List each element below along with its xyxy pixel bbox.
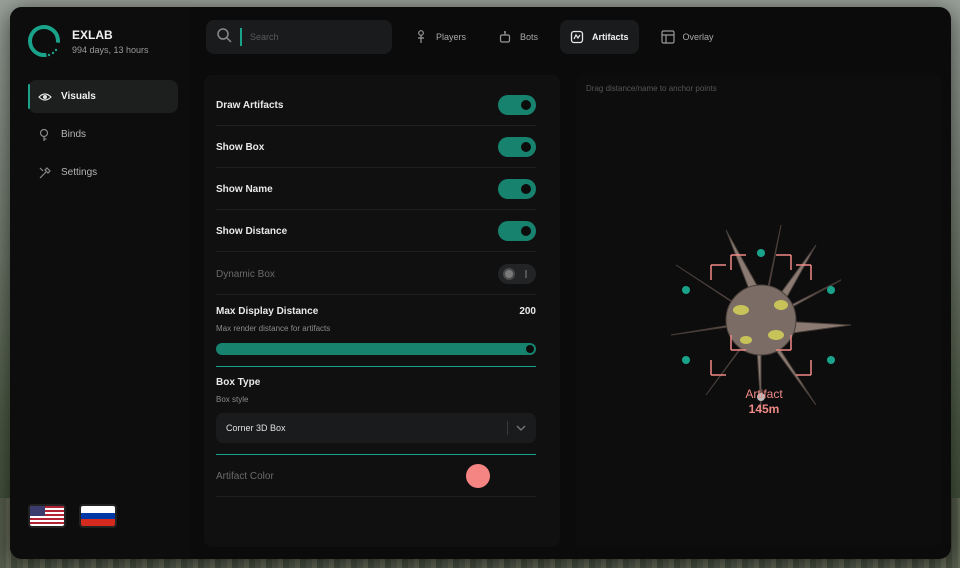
preview-hint: Drag distance/name to anchor points — [586, 84, 717, 93]
artifact-icon — [570, 30, 584, 44]
chevron-down-icon — [514, 421, 528, 435]
draw-artifacts-toggle[interactable] — [498, 95, 536, 115]
sidebar-item-label: Visuals — [61, 91, 96, 102]
sidebar-item-settings[interactable]: Settings — [28, 156, 178, 189]
esp-artifact-distance[interactable]: 145m — [734, 402, 794, 416]
sidebar-item-label: Binds — [61, 129, 87, 140]
setting-max-distance: Max Display Distance 200 Max render dist… — [216, 295, 536, 366]
setting-label: Dynamic Box — [216, 269, 275, 280]
max-distance-value: 200 — [519, 306, 536, 317]
sidebar-item-label: Settings — [61, 167, 98, 178]
show-distance-toggle[interactable] — [498, 221, 536, 241]
search-input[interactable] — [250, 32, 370, 42]
tab-label: Overlay — [682, 32, 714, 42]
app-window: EXLAB 994 days, 13 hours Visuals Binds S… — [10, 7, 951, 559]
setting-label: Show Name — [216, 184, 273, 195]
setting-draw-artifacts: Draw Artifacts — [216, 83, 536, 126]
setting-label: Artifact Color — [216, 471, 274, 482]
tab-overlay[interactable]: Overlay — [651, 20, 724, 54]
search-divider — [240, 28, 242, 46]
sidebar-item-binds[interactable]: Binds — [28, 118, 178, 151]
brand: EXLAB 994 days, 13 hours — [26, 23, 149, 59]
sidebar: EXLAB 994 days, 13 hours Visuals Binds S… — [10, 7, 190, 559]
setting-box-type: Box Type Box style Corner 3D Box — [216, 367, 536, 454]
setting-show-name: Show Name — [216, 168, 536, 210]
search-box — [206, 20, 392, 54]
player-icon — [414, 30, 428, 44]
dynamic-box-toggle[interactable] — [498, 264, 536, 284]
brand-name: EXLAB — [72, 27, 113, 42]
esp-preview: Drag distance/name to anchor points Arti… — [576, 75, 942, 547]
setting-show-distance: Show Distance — [216, 210, 536, 252]
keybind-icon — [38, 128, 52, 142]
max-distance-slider[interactable] — [216, 343, 536, 355]
bot-icon — [498, 30, 512, 44]
artifact-color-swatch[interactable] — [466, 464, 490, 488]
tab-label: Artifacts — [592, 32, 629, 42]
us-flag-icon[interactable] — [28, 504, 66, 528]
slider-handle[interactable] — [526, 345, 534, 353]
setting-description: Box style — [216, 395, 249, 404]
setting-label: Draw Artifacts — [216, 100, 284, 111]
sidebar-nav: Visuals Binds Settings — [28, 80, 178, 194]
setting-artifact-color: Artifact Color — [216, 455, 536, 497]
setting-show-box: Show Box — [216, 126, 536, 168]
top-bar: Players Bots Artifacts Overlay — [206, 20, 724, 54]
select-value: Corner 3D Box — [226, 423, 286, 433]
setting-description: Max render distance for artifacts — [216, 324, 331, 333]
subscription-time: 994 days, 13 hours — [72, 44, 149, 55]
box-type-select[interactable]: Corner 3D Box — [216, 413, 536, 443]
overlay-icon — [660, 30, 675, 44]
eye-icon — [38, 90, 52, 104]
setting-label: Show Distance — [216, 226, 288, 237]
setting-label: Show Box — [216, 142, 265, 153]
tab-artifacts[interactable]: Artifacts — [560, 20, 639, 54]
show-name-toggle[interactable] — [498, 179, 536, 199]
tab-label: Bots — [520, 32, 539, 42]
tab-label: Players — [436, 32, 467, 42]
setting-label: Max Display Distance — [216, 306, 319, 317]
tab-players[interactable]: Players — [404, 20, 476, 54]
language-selector — [28, 504, 130, 528]
search-icon — [216, 27, 232, 48]
artifact-settings-panel: Draw Artifacts Show Box Show Name Show D… — [204, 75, 560, 547]
setting-label: Box Type — [216, 377, 261, 388]
settings-icon — [38, 166, 52, 180]
esp-artifact-name[interactable]: Artifact — [734, 387, 794, 401]
logo-icon — [26, 23, 62, 59]
tab-bots[interactable]: Bots — [488, 20, 548, 54]
show-box-toggle[interactable] — [498, 137, 536, 157]
setting-dynamic-box: Dynamic Box — [216, 252, 536, 295]
sidebar-item-visuals[interactable]: Visuals — [28, 80, 178, 113]
select-separator — [507, 421, 508, 435]
ru-flag-icon[interactable] — [79, 504, 117, 528]
